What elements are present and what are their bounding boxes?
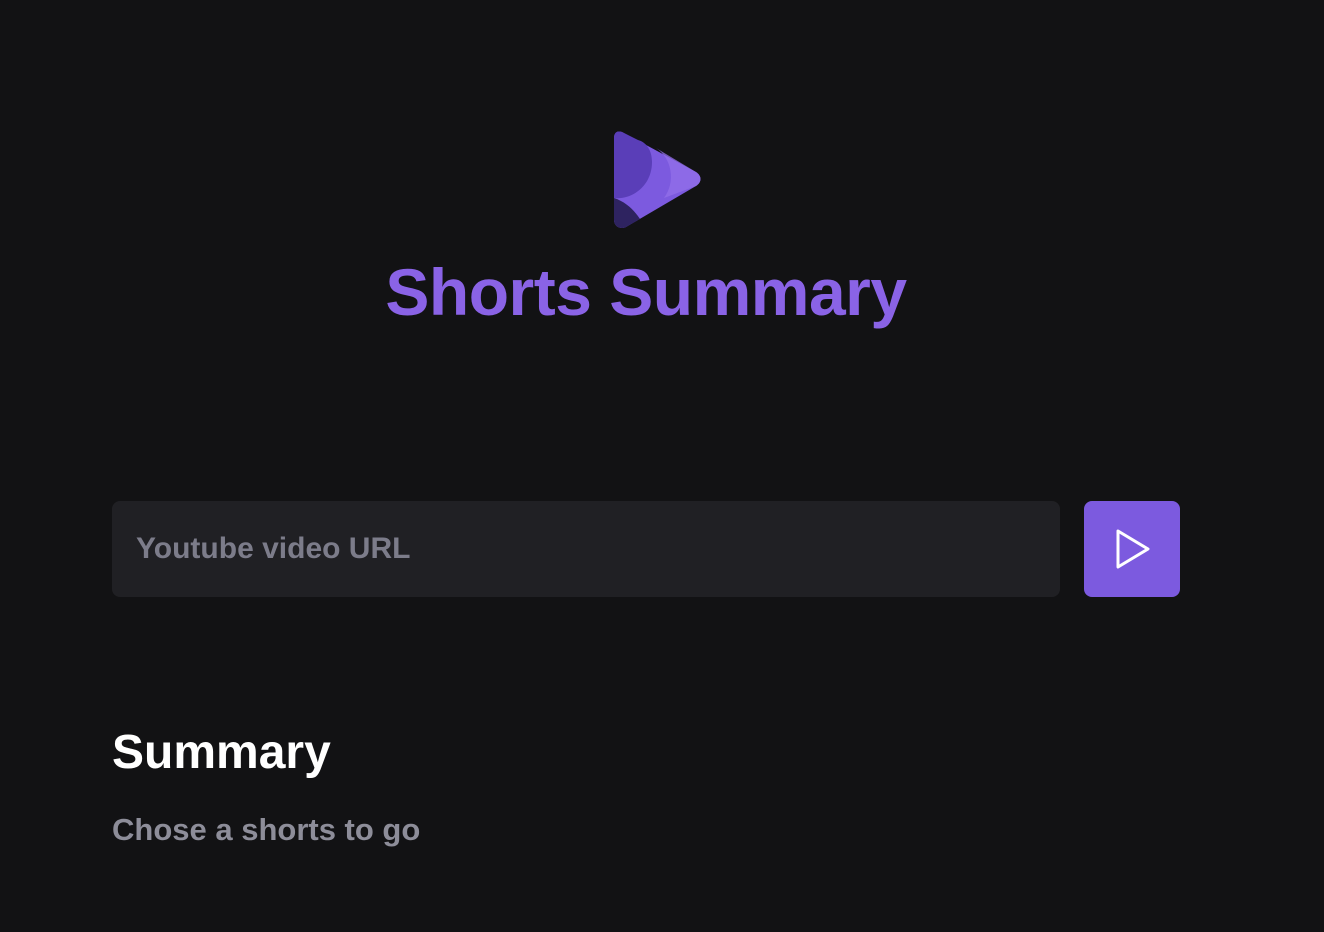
summary-heading: Summary xyxy=(112,726,331,779)
youtube-url-input[interactable] xyxy=(112,501,1060,597)
play-icon xyxy=(1116,529,1150,569)
play-triangle-logo-icon xyxy=(614,131,701,229)
page: Shorts Summary Summary Chose a shorts to… xyxy=(0,0,1324,932)
app-title: Shorts Summary xyxy=(385,255,907,329)
submit-button[interactable] xyxy=(1084,501,1180,597)
summary-text: Chose a shorts to go xyxy=(112,812,421,847)
